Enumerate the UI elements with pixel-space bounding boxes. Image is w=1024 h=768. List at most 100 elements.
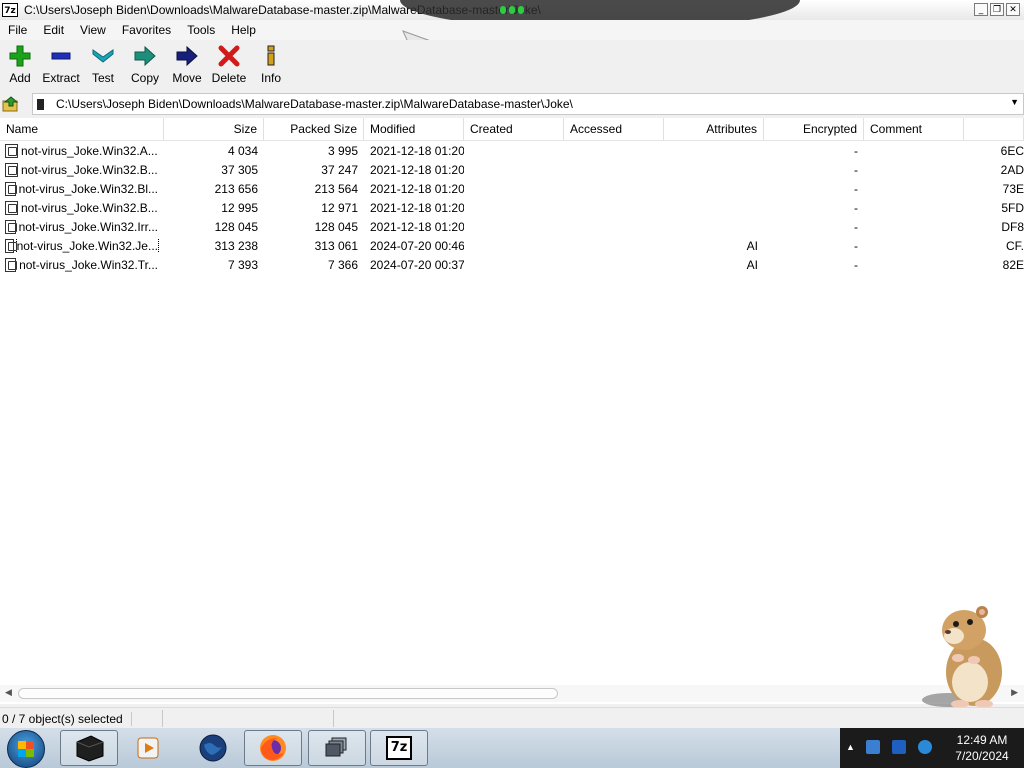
file-packed-size: 3 995: [327, 143, 358, 158]
menu-view[interactable]: View: [72, 23, 114, 37]
move-label: Move: [172, 71, 202, 85]
path-field[interactable]: C:\Users\Joseph Biden\Downloads\MalwareD…: [32, 93, 1024, 115]
file-modified: 2024-07-20 00:46: [370, 238, 464, 253]
column-crc[interactable]: [964, 118, 1024, 140]
column-modified[interactable]: Modified: [364, 118, 464, 140]
file-modified: 2021-12-18 01:20: [370, 200, 464, 215]
move-button[interactable]: Move: [166, 40, 208, 85]
menu-file[interactable]: File: [0, 23, 35, 37]
column-packed-size[interactable]: Packed Size: [264, 118, 364, 140]
copy-button[interactable]: Copy: [124, 40, 166, 85]
file-size: 12 995: [221, 200, 258, 215]
file-crc: 6EC: [1000, 143, 1024, 158]
menu-bar: File Edit View Favorites Tools Help: [0, 20, 1024, 40]
add-button[interactable]: Add: [0, 40, 40, 85]
file-icon: [5, 257, 18, 272]
file-crc: DF8: [1001, 219, 1024, 234]
column-name[interactable]: Name: [0, 118, 164, 140]
globe-icon: [199, 734, 227, 762]
file-modified: 2021-12-18 01:20: [370, 219, 464, 234]
file-crc: 73E: [1002, 181, 1024, 196]
file-encrypted: -: [854, 257, 858, 272]
menu-tools[interactable]: Tools: [179, 23, 223, 37]
restore-icon[interactable]: ❐: [990, 3, 1004, 16]
file-rows: not-virus_Joke.Win32.A... 4 034 3 995 20…: [0, 141, 1024, 274]
monitor-icon[interactable]: [892, 740, 906, 754]
column-attributes[interactable]: Attributes: [664, 118, 764, 140]
info-label: Info: [260, 71, 281, 85]
desktop-green-dots: [500, 6, 524, 14]
column-comment[interactable]: Comment: [864, 118, 964, 140]
extract-button[interactable]: Extract: [40, 40, 82, 85]
taskbar-clock[interactable]: 12:49 AM 7/20/2024: [940, 728, 1024, 768]
table-row[interactable]: not-virus_Joke.Win32.Je... 313 238 313 0…: [0, 236, 1024, 255]
taskbar-app-media-player[interactable]: [120, 730, 178, 766]
file-icon: [5, 238, 17, 253]
up-folder-icon: [2, 96, 19, 112]
column-accessed[interactable]: Accessed: [564, 118, 664, 140]
scroll-right-icon[interactable]: ▶: [1011, 687, 1018, 698]
file-name: not-virus_Joke.Win32.B...: [21, 162, 158, 177]
scroll-left-icon[interactable]: ◀: [5, 687, 12, 698]
file-encrypted: -: [854, 181, 858, 196]
file-name: not-virus_Joke.Win32.Je...: [15, 238, 160, 253]
file-size: 7 393: [227, 257, 258, 272]
add-label: Add: [9, 71, 31, 85]
move-arrow-icon: [176, 45, 198, 67]
column-size[interactable]: Size: [164, 118, 264, 140]
info-button[interactable]: Info: [250, 40, 292, 85]
extract-label: Extract: [42, 71, 80, 85]
column-created[interactable]: Created: [464, 118, 564, 140]
table-row[interactable]: not-virus_Joke.Win32.A... 4 034 3 995 20…: [0, 141, 1024, 160]
file-icon: [5, 181, 17, 196]
up-folder-button[interactable]: [0, 93, 22, 115]
taskbar-app-globe[interactable]: [184, 730, 242, 766]
file-name: not-virus_Joke.Win32.Tr...: [19, 257, 158, 272]
taskbar-app-window-switcher[interactable]: [308, 730, 366, 766]
table-row[interactable]: not-virus_Joke.Win32.Bl... 213 656 213 5…: [0, 179, 1024, 198]
horizontal-scrollbar[interactable]: ◀ ▶: [0, 685, 1024, 702]
file-list[interactable]: Name Size Packed Size Modified Created A…: [0, 118, 1024, 704]
status-separator: [152, 710, 163, 727]
plus-icon: [9, 45, 31, 67]
taskbar-app-firefox[interactable]: [244, 730, 302, 766]
title-bar: 7z C:\Users\Joseph Biden\Downloads\Malwa…: [0, 0, 1024, 30]
file-size: 213 656: [214, 181, 258, 196]
network-icon[interactable]: [866, 740, 880, 754]
menu-favorites[interactable]: Favorites: [114, 23, 179, 37]
info-icon: [260, 45, 282, 67]
file-name: not-virus_Joke.Win32.Irr...: [18, 219, 158, 234]
minimize-icon[interactable]: _: [974, 3, 988, 16]
chevron-down-icon[interactable]: ▼: [1010, 97, 1019, 107]
file-crc: 5FD: [1001, 200, 1024, 215]
menu-edit[interactable]: Edit: [35, 23, 72, 37]
action-center-icon[interactable]: [918, 740, 932, 754]
column-encrypted[interactable]: Encrypted: [764, 118, 864, 140]
hamster-desktop-pet[interactable]: [918, 602, 1012, 710]
file-packed-size: 7 366: [327, 257, 358, 272]
test-label: Test: [91, 71, 114, 85]
file-crc: CF.: [1006, 238, 1024, 253]
file-encrypted: -: [854, 162, 858, 177]
file-icon: [5, 162, 18, 177]
delete-button[interactable]: Delete: [208, 40, 250, 85]
7zip-icon: 7z: [386, 736, 412, 760]
file-icon: [5, 200, 18, 215]
file-modified: 2024-07-20 00:37: [370, 257, 464, 272]
column-headers: Name Size Packed Size Modified Created A…: [0, 118, 1024, 141]
table-row[interactable]: not-virus_Joke.Win32.B... 12 995 12 971 …: [0, 198, 1024, 217]
taskbar-app-terminal[interactable]: [60, 730, 118, 766]
file-crc: 2AD: [1000, 162, 1024, 177]
table-row[interactable]: not-virus_Joke.Win32.Irr... 128 045 128 …: [0, 217, 1024, 236]
close-icon[interactable]: ✕: [1006, 3, 1020, 16]
table-row[interactable]: not-virus_Joke.Win32.B... 37 305 37 247 …: [0, 160, 1024, 179]
test-button[interactable]: Test: [82, 40, 124, 85]
start-button[interactable]: [7, 730, 45, 768]
delete-icon: [218, 45, 240, 67]
taskbar-app-7zip[interactable]: 7z: [370, 730, 428, 766]
file-packed-size: 313 061: [314, 238, 358, 253]
scrollbar-thumb[interactable]: [18, 688, 558, 699]
menu-help[interactable]: Help: [223, 23, 264, 37]
show-hidden-icons-arrow[interactable]: ▲: [846, 742, 855, 752]
table-row[interactable]: not-virus_Joke.Win32.Tr... 7 393 7 366 2…: [0, 255, 1024, 274]
